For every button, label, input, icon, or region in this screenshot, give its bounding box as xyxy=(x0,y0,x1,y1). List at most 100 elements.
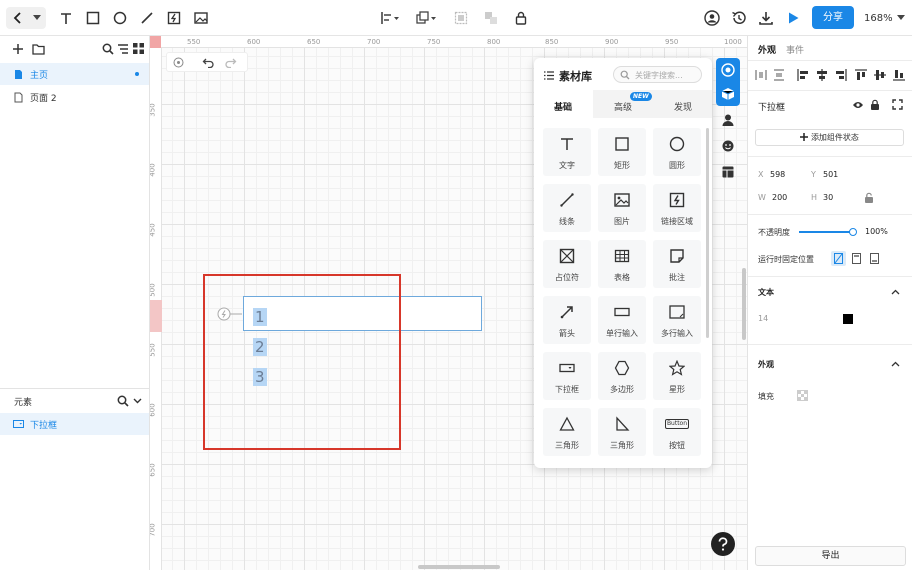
library-item-right-triangle[interactable]: 三角形 xyxy=(598,408,646,456)
link-area-tool-icon[interactable] xyxy=(165,9,183,27)
w-field[interactable]: 200 xyxy=(772,193,787,202)
line-tool-icon[interactable] xyxy=(138,9,156,27)
library-item-circle[interactable]: 圆形 xyxy=(653,128,701,176)
align-bottom-icon[interactable] xyxy=(893,69,905,81)
ungroup-icon[interactable] xyxy=(482,9,500,27)
align-left-icon[interactable] xyxy=(797,69,809,81)
table-icon xyxy=(614,248,630,264)
y-field[interactable]: 501 xyxy=(823,170,838,179)
tab-basic[interactable]: 基础 xyxy=(534,90,593,118)
page-item-home[interactable]: 主页 xyxy=(0,63,149,85)
library-item-table[interactable]: 表格 xyxy=(598,240,646,288)
align-center-v-icon[interactable] xyxy=(874,69,886,81)
library-item-text[interactable]: 文字 xyxy=(543,128,591,176)
canvas[interactable]: 550 600 650 700 750 800 850 900 950 1000… xyxy=(150,36,747,570)
circle-tool-icon[interactable] xyxy=(111,9,129,27)
export-button[interactable]: 导出 xyxy=(755,546,906,566)
image-tool-icon[interactable] xyxy=(192,9,210,27)
add-state-button[interactable]: 添加组件状态 xyxy=(755,129,904,146)
aspect-lock-icon[interactable] xyxy=(864,192,874,203)
opacity-slider[interactable] xyxy=(799,228,857,236)
zoom-dropdown[interactable]: 168% xyxy=(864,11,905,25)
fixed-none-icon[interactable] xyxy=(831,251,846,266)
library-item-dropdown[interactable]: 下拉框 xyxy=(543,352,591,400)
text-color-swatch[interactable] xyxy=(843,314,853,324)
arrange-icon[interactable] xyxy=(416,9,438,27)
visibility-eye-icon[interactable] xyxy=(852,100,864,110)
lock-icon[interactable] xyxy=(512,9,530,27)
align-top-icon[interactable] xyxy=(855,69,867,81)
nav-template[interactable] xyxy=(716,160,740,184)
help-icon[interactable] xyxy=(711,532,735,556)
library-item-note[interactable]: 批注 xyxy=(653,240,701,288)
lock-icon[interactable] xyxy=(870,99,880,110)
library-item-polygon[interactable]: 多边形 xyxy=(598,352,646,400)
nav-components[interactable] xyxy=(716,82,740,106)
library-item-triangle[interactable]: 三角形 xyxy=(543,408,591,456)
library-item-link-area[interactable]: 链接区域 xyxy=(653,184,701,232)
inspector-panel: 外观 事件 下拉框 添加组件状态 X 598 Y 501 W 200 H 30 … xyxy=(747,36,912,570)
target-icon[interactable] xyxy=(173,57,184,68)
tab-advanced[interactable]: 高级 NEW xyxy=(593,90,653,118)
distribute-v-icon[interactable] xyxy=(773,69,785,81)
align-right-icon[interactable] xyxy=(835,69,847,81)
horizontal-scrollbar[interactable] xyxy=(418,565,500,569)
history-icon[interactable] xyxy=(730,9,748,27)
sort-icon[interactable] xyxy=(117,43,129,55)
library-item-line[interactable]: 线条 xyxy=(543,184,591,232)
align-icon[interactable] xyxy=(380,9,400,27)
align-center-h-icon[interactable] xyxy=(816,69,828,81)
distribute-h-icon[interactable] xyxy=(755,69,767,81)
library-scrollbar[interactable] xyxy=(706,128,709,338)
chevron-up-icon[interactable] xyxy=(891,289,900,295)
add-page-icon[interactable] xyxy=(12,43,24,55)
nav-person[interactable] xyxy=(716,108,740,132)
elements-search-icon[interactable] xyxy=(117,395,129,407)
ruler-label: 950 xyxy=(665,38,679,46)
undo-icon[interactable] xyxy=(202,57,214,68)
grid-view-icon[interactable] xyxy=(133,43,144,54)
library-item-input[interactable]: 单行输入 xyxy=(598,296,646,344)
library-item-placeholder[interactable]: 占位符 xyxy=(543,240,591,288)
search-icon[interactable] xyxy=(102,43,114,55)
element-item-dropdown[interactable]: 下拉框 xyxy=(0,413,149,435)
opacity-value[interactable]: 100% xyxy=(865,227,888,236)
right-triangle-icon xyxy=(614,416,630,432)
library-item-star[interactable]: 星形 xyxy=(653,352,701,400)
x-field[interactable]: 598 xyxy=(770,170,785,179)
divider xyxy=(748,90,912,91)
expand-icon[interactable] xyxy=(892,99,903,110)
text-tool-icon[interactable] xyxy=(57,9,75,27)
library-item-label: 占位符 xyxy=(555,273,579,282)
download-icon[interactable] xyxy=(757,9,775,27)
library-item-rectangle[interactable]: 矩形 xyxy=(598,128,646,176)
rectangle-tool-icon[interactable] xyxy=(84,9,102,27)
library-item-textarea[interactable]: 多行输入 xyxy=(653,296,701,344)
library-item-button[interactable]: Button 按钮 xyxy=(653,408,701,456)
chevron-up-icon[interactable] xyxy=(891,361,900,367)
share-button[interactable]: 分享 xyxy=(812,6,854,29)
tab-appearance[interactable]: 外观 xyxy=(758,43,776,56)
back-dropdown-button[interactable] xyxy=(6,7,46,29)
add-folder-icon[interactable] xyxy=(32,43,45,55)
redo-icon[interactable] xyxy=(225,57,237,68)
tab-events[interactable]: 事件 xyxy=(786,43,804,56)
user-icon[interactable] xyxy=(703,9,721,27)
h-field[interactable]: 30 xyxy=(823,193,833,202)
fill-transparent-swatch[interactable] xyxy=(797,390,808,401)
page-item-2[interactable]: 页面 2 xyxy=(0,86,149,108)
group-icon[interactable] xyxy=(452,9,470,27)
fixed-bottom-icon[interactable] xyxy=(867,251,882,266)
tab-discover[interactable]: 发现 xyxy=(653,90,712,118)
fixed-top-icon[interactable] xyxy=(849,251,864,266)
nav-emoji[interactable] xyxy=(716,134,740,158)
nav-library[interactable] xyxy=(716,58,740,82)
library-item-arrow[interactable]: 箭头 xyxy=(543,296,591,344)
library-search-input[interactable]: 关键字搜索... xyxy=(613,66,702,83)
library-item-image[interactable]: 图片 xyxy=(598,184,646,232)
chevron-down-icon[interactable] xyxy=(133,398,142,404)
vertical-scrollbar[interactable] xyxy=(742,268,746,340)
opacity-slider-handle[interactable] xyxy=(849,228,857,236)
play-icon[interactable] xyxy=(784,9,802,27)
font-size-field[interactable]: 14 xyxy=(758,314,768,323)
